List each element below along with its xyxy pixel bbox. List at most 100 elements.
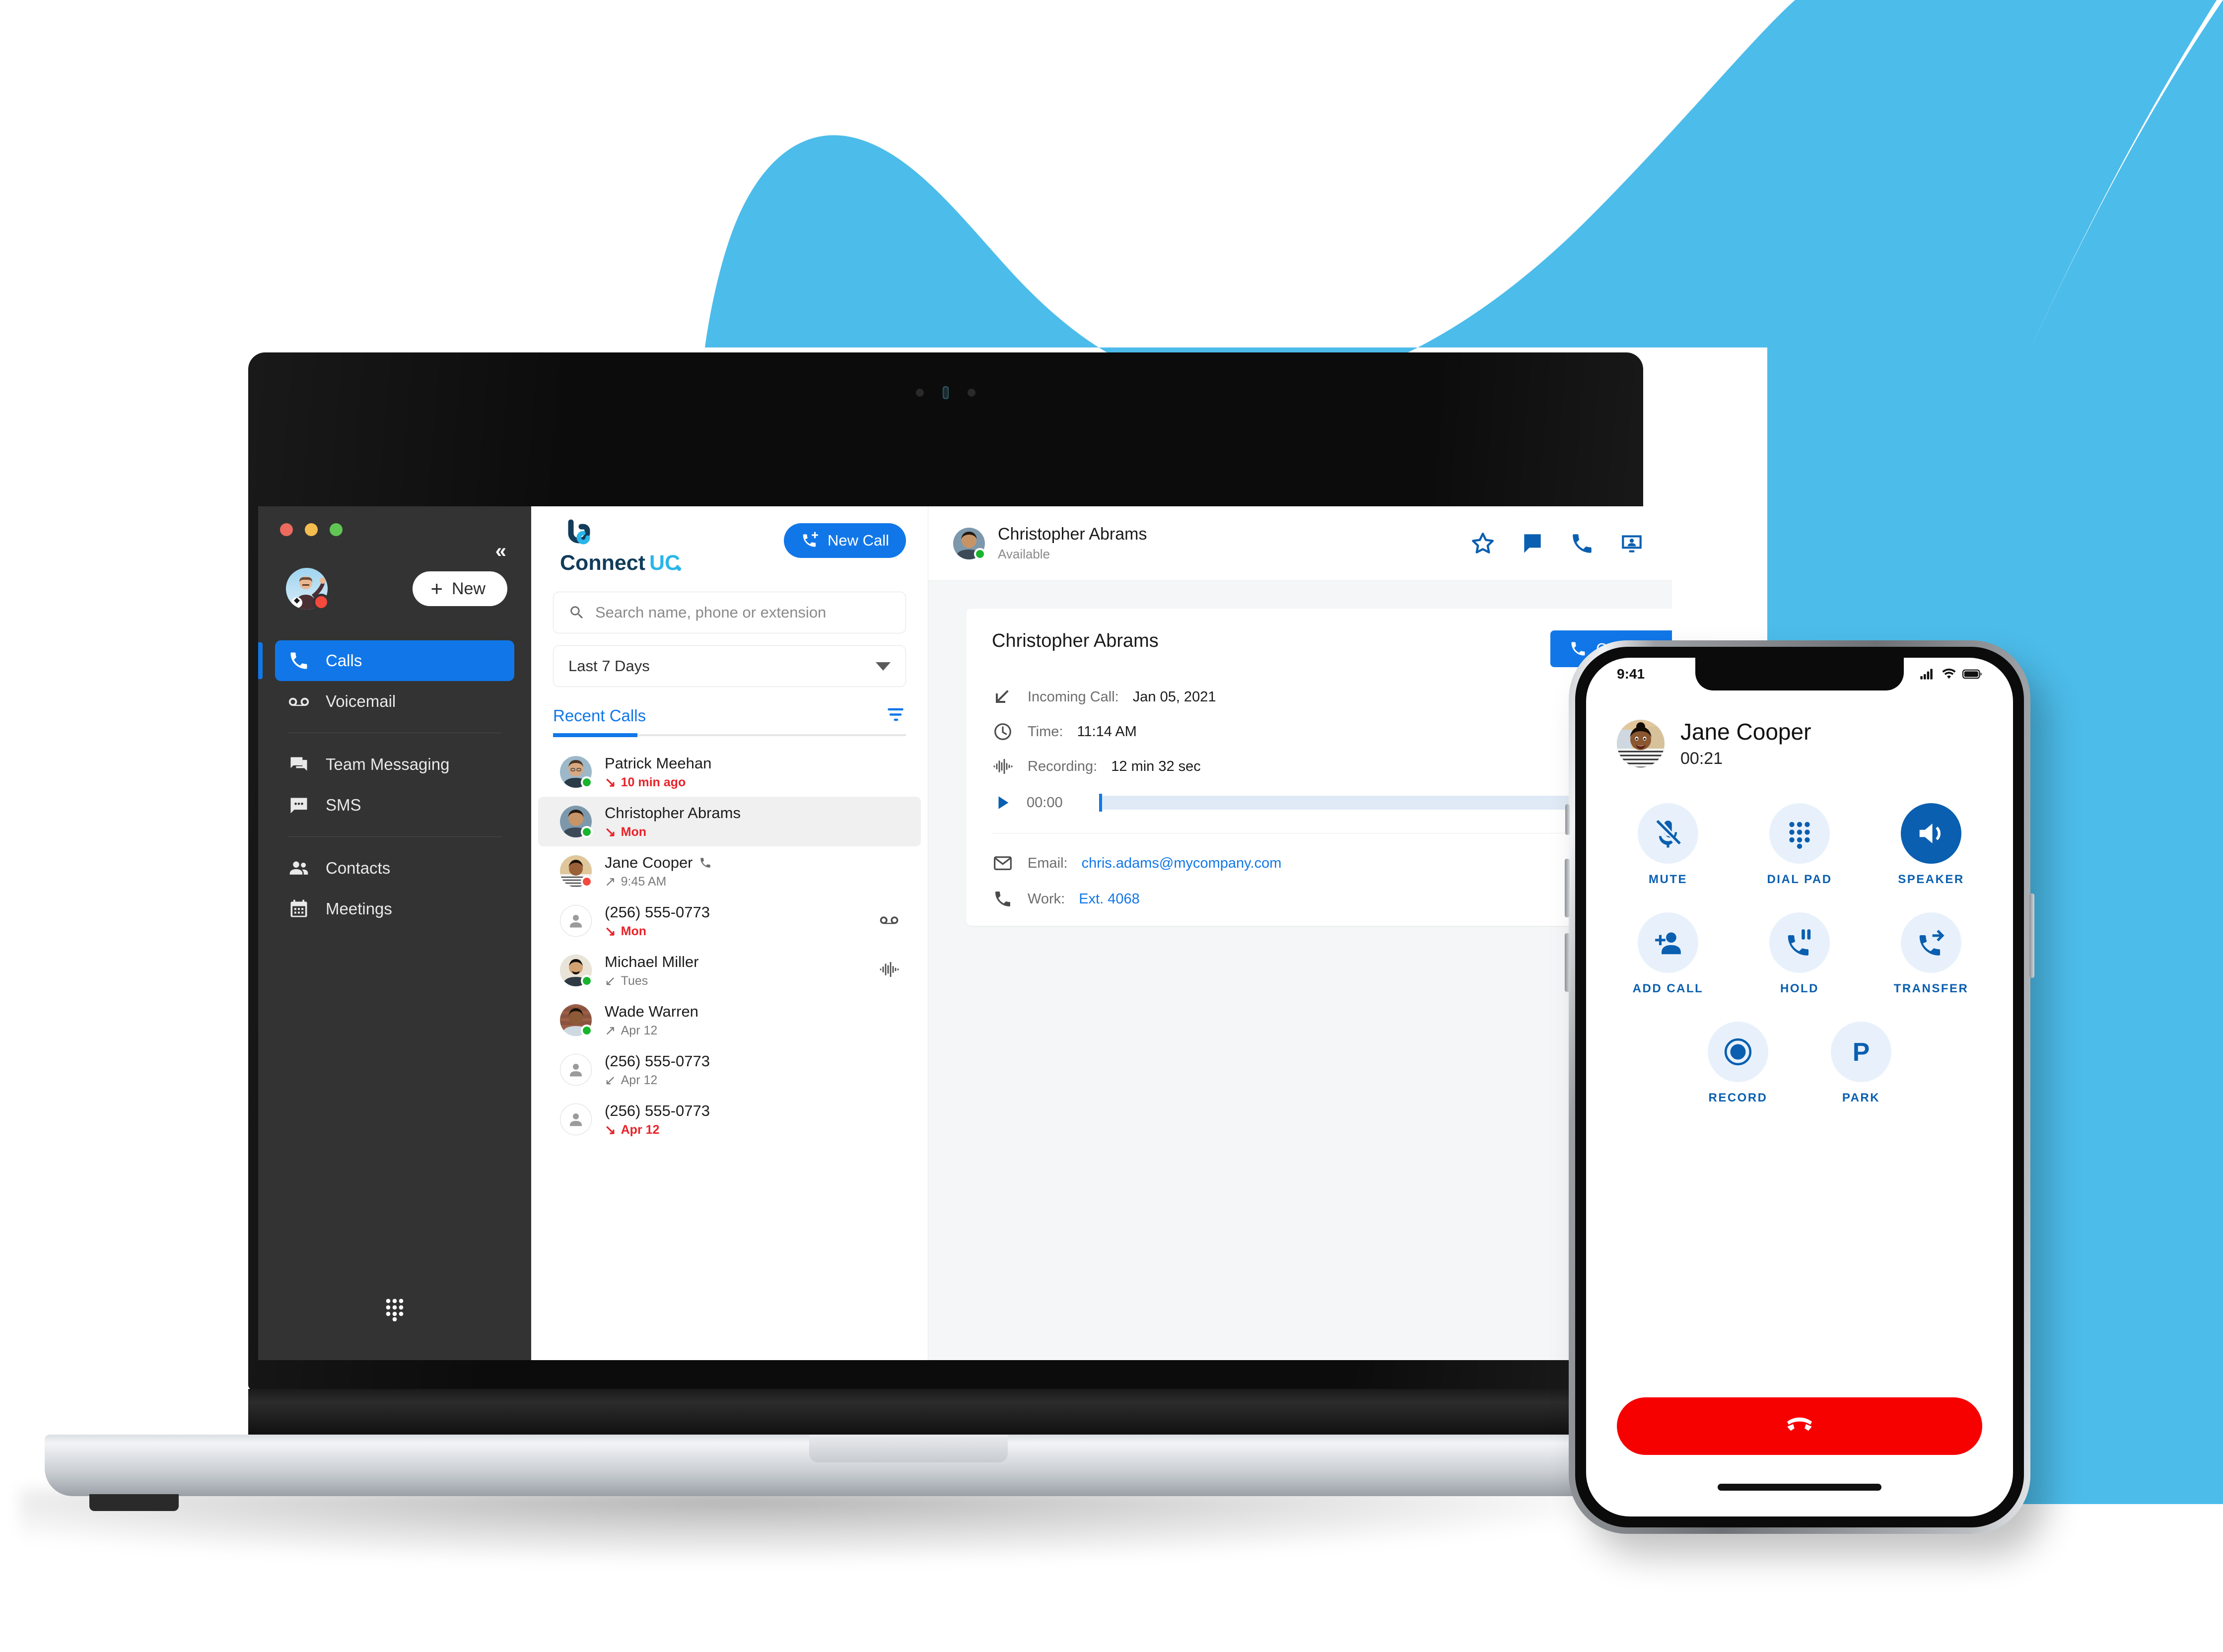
camera-dot-left — [916, 389, 924, 397]
call-time: 10 min ago — [621, 775, 686, 789]
svg-text:P: P — [1853, 1037, 1870, 1066]
contact-name: Christopher Abrams — [605, 804, 741, 822]
call-time: Apr 12 — [621, 1122, 660, 1137]
player-current-time: 00:00 — [1027, 794, 1063, 811]
table-row[interactable]: Michael Miller ↙ Tues — [538, 946, 921, 995]
transfer-button[interactable]: TRANSFER — [1886, 912, 1976, 996]
voicemail-indicator[interactable] — [879, 910, 899, 932]
chat-bubbles-icon — [288, 754, 310, 775]
chevron-down-icon — [876, 662, 891, 671]
chat-icon[interactable] — [1520, 531, 1545, 556]
call-time: Apr 12 — [621, 1023, 658, 1037]
search-box[interactable] — [553, 592, 906, 633]
presence-badge — [581, 776, 593, 788]
speaker-button[interactable]: SPEAKER — [1886, 803, 1976, 887]
add-call-button[interactable]: ADD CALL — [1623, 912, 1713, 996]
meta-label: Email: — [1028, 855, 1068, 871]
presence-badge — [581, 876, 593, 888]
work-extension-link[interactable]: Ext. 4068 — [1079, 891, 1140, 907]
record-button[interactable]: RECORD — [1693, 1022, 1783, 1105]
waveform-icon — [880, 962, 899, 977]
plus-icon: + — [430, 577, 443, 601]
end-call-button[interactable] — [1617, 1397, 1982, 1455]
sidebar-item-label: Team Messaging — [326, 755, 450, 773]
laptop-hinge — [248, 1389, 1643, 1438]
search-input[interactable] — [595, 604, 891, 621]
table-row[interactable]: (256) 555-0773 ↘ Mon — [538, 896, 921, 946]
caller-photo — [1617, 719, 1665, 767]
hold-label: HOLD — [1780, 982, 1819, 995]
new-button-label: New — [451, 579, 486, 598]
missed-call-arrow-icon: ↘ — [605, 824, 616, 839]
date-range-select[interactable]: Last 7 Days — [553, 645, 906, 687]
contact-name: (256) 555-0773 — [605, 903, 710, 921]
park-button[interactable]: P PARK — [1816, 1022, 1906, 1105]
email-link[interactable]: chris.adams@mycompany.com — [1082, 855, 1282, 872]
mute-button[interactable]: MUTE — [1623, 803, 1713, 887]
tab-recent-calls[interactable]: Recent Calls — [553, 706, 646, 725]
window-zoom-button[interactable] — [330, 523, 343, 536]
sidebar-item-team-messaging[interactable]: Team Messaging — [275, 744, 514, 785]
sidebar-item-meetings[interactable]: Meetings — [275, 889, 514, 929]
dial-pad-button[interactable]: DIAL PAD — [1754, 803, 1845, 887]
detail-header-identity: Christopher Abrams Available — [953, 525, 1147, 562]
sidebar-item-sms[interactable]: SMS — [275, 785, 514, 826]
camera-dot-right — [968, 389, 975, 397]
call-time: Apr 12 — [621, 1073, 658, 1087]
new-button[interactable]: + New — [413, 571, 507, 606]
phone-silent-switch[interactable] — [1565, 804, 1570, 835]
phone-icon[interactable] — [1570, 531, 1595, 556]
table-row[interactable]: Patrick Meehan ↘ 10 min ago — [538, 747, 921, 797]
filter-button[interactable] — [885, 704, 906, 727]
sidebar-item-label: Contacts — [326, 859, 391, 877]
phone-power-button[interactable] — [2029, 894, 2034, 978]
laptop-camera-row — [248, 386, 1643, 399]
sidebar-item-voicemail[interactable]: Voicemail — [275, 681, 514, 722]
sidebar-item-contacts[interactable]: Contacts — [275, 848, 514, 889]
phone-home-indicator — [1718, 1484, 1881, 1491]
sidebar-dialpad-button[interactable] — [258, 1296, 531, 1321]
laptop-lid: « + New Calls Voicemail Team Messaging S… — [248, 352, 1672, 1390]
sidebar-nav: Calls Voicemail Team Messaging SMS Conta… — [258, 640, 531, 929]
table-row[interactable]: Wade Warren ↗ Apr 12 — [538, 995, 921, 1045]
speaker-button-circle — [1901, 803, 1961, 864]
record-label: RECORD — [1708, 1091, 1768, 1104]
star-icon[interactable] — [1470, 531, 1495, 556]
add-call-button-circle — [1638, 912, 1698, 973]
window-close-button[interactable] — [280, 523, 293, 536]
park-label: PARK — [1842, 1091, 1880, 1104]
new-call-button[interactable]: New Call — [783, 523, 906, 558]
table-row[interactable]: Jane Cooper ↗ 9:45 AM — [538, 846, 921, 896]
contact-name: (256) 555-0773 — [605, 1052, 710, 1070]
avatar — [560, 855, 593, 888]
avatar — [953, 527, 986, 560]
sidebar-item-calls[interactable]: Calls — [258, 640, 514, 681]
sidebar-item-label: Voicemail — [326, 692, 396, 710]
call-transfer-icon — [1919, 930, 1945, 956]
outgoing-call-arrow-icon: ↗ — [605, 1023, 616, 1038]
caller-name: Jane Cooper — [1680, 719, 1811, 745]
incoming-call-icon — [992, 687, 1014, 707]
window-minimize-button[interactable] — [305, 523, 318, 536]
presence-badge — [581, 975, 593, 987]
play-button[interactable] — [992, 794, 1014, 811]
park-button-circle: P — [1831, 1022, 1891, 1082]
video-contact-icon[interactable] — [1619, 531, 1644, 556]
table-row[interactable]: (256) 555-0773 ↙ Apr 12 — [538, 1045, 921, 1095]
phone-volume-down-button[interactable] — [1565, 933, 1570, 992]
table-row[interactable]: Christopher Abrams ↘ Mon — [538, 797, 921, 846]
sidebar-divider — [288, 836, 501, 837]
recording-indicator[interactable] — [879, 960, 899, 982]
person-add-icon — [1655, 932, 1681, 955]
user-avatar-wrap[interactable] — [286, 568, 330, 611]
laptop-mockup: « + New Calls Voicemail Team Messaging S… — [20, 352, 1718, 1569]
voicemail-icon — [288, 690, 310, 712]
record-button-circle — [1708, 1022, 1768, 1082]
phone-volume-up-button[interactable] — [1565, 859, 1570, 917]
meta-value: 11:14 AM — [1077, 723, 1137, 740]
hold-button[interactable]: HOLD — [1754, 912, 1845, 996]
table-row[interactable]: (256) 555-0773 ↘ Apr 12 — [538, 1095, 921, 1144]
phone-status-bar: 9:41 — [1586, 658, 2013, 690]
call-time: Tues — [621, 973, 648, 988]
collapse-sidebar-icon[interactable]: « — [495, 541, 506, 561]
